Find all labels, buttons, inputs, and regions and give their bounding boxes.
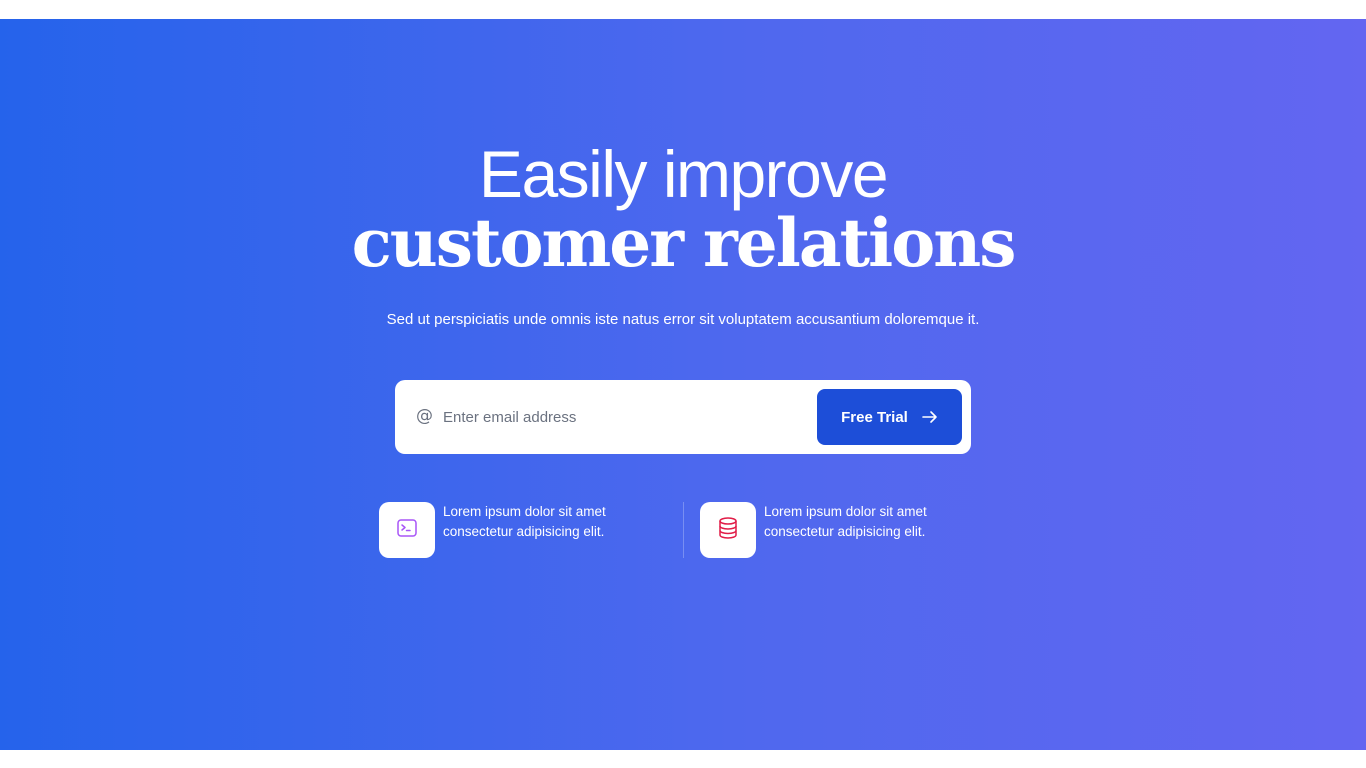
database-icon bbox=[717, 516, 739, 544]
headline-light: Easily improve bbox=[478, 137, 889, 211]
arrow-right-icon bbox=[922, 410, 938, 424]
free-trial-label: Free Trial bbox=[841, 408, 908, 426]
hero-subtitle: Sed ut perspiciatis unde omnis iste natu… bbox=[386, 311, 980, 328]
feature-text: Lorem ipsum dolor sit amet consectetur a… bbox=[764, 502, 984, 542]
email-signup-form: @ Free Trial bbox=[395, 380, 971, 454]
feature-line-2: consectetur adipisicing elit. bbox=[443, 524, 605, 539]
hero-section: Easily improve customer relations Sed ut… bbox=[0, 19, 1366, 750]
email-input[interactable] bbox=[443, 402, 803, 432]
at-icon: @ bbox=[416, 406, 433, 426]
feature-line-1: Lorem ipsum dolor sit amet bbox=[443, 504, 606, 519]
free-trial-button[interactable]: Free Trial bbox=[817, 389, 962, 445]
terminal-icon bbox=[396, 518, 418, 542]
feature-line-1: Lorem ipsum dolor sit amet bbox=[764, 504, 927, 519]
feature-icon-box bbox=[700, 502, 756, 558]
feature-divider bbox=[683, 502, 684, 558]
feature-icon-box bbox=[379, 502, 435, 558]
feature-line-2: consectetur adipisicing elit. bbox=[764, 524, 926, 539]
headline-bold: customer relations bbox=[351, 204, 1017, 282]
feature-text: Lorem ipsum dolor sit amet consectetur a… bbox=[443, 502, 663, 542]
